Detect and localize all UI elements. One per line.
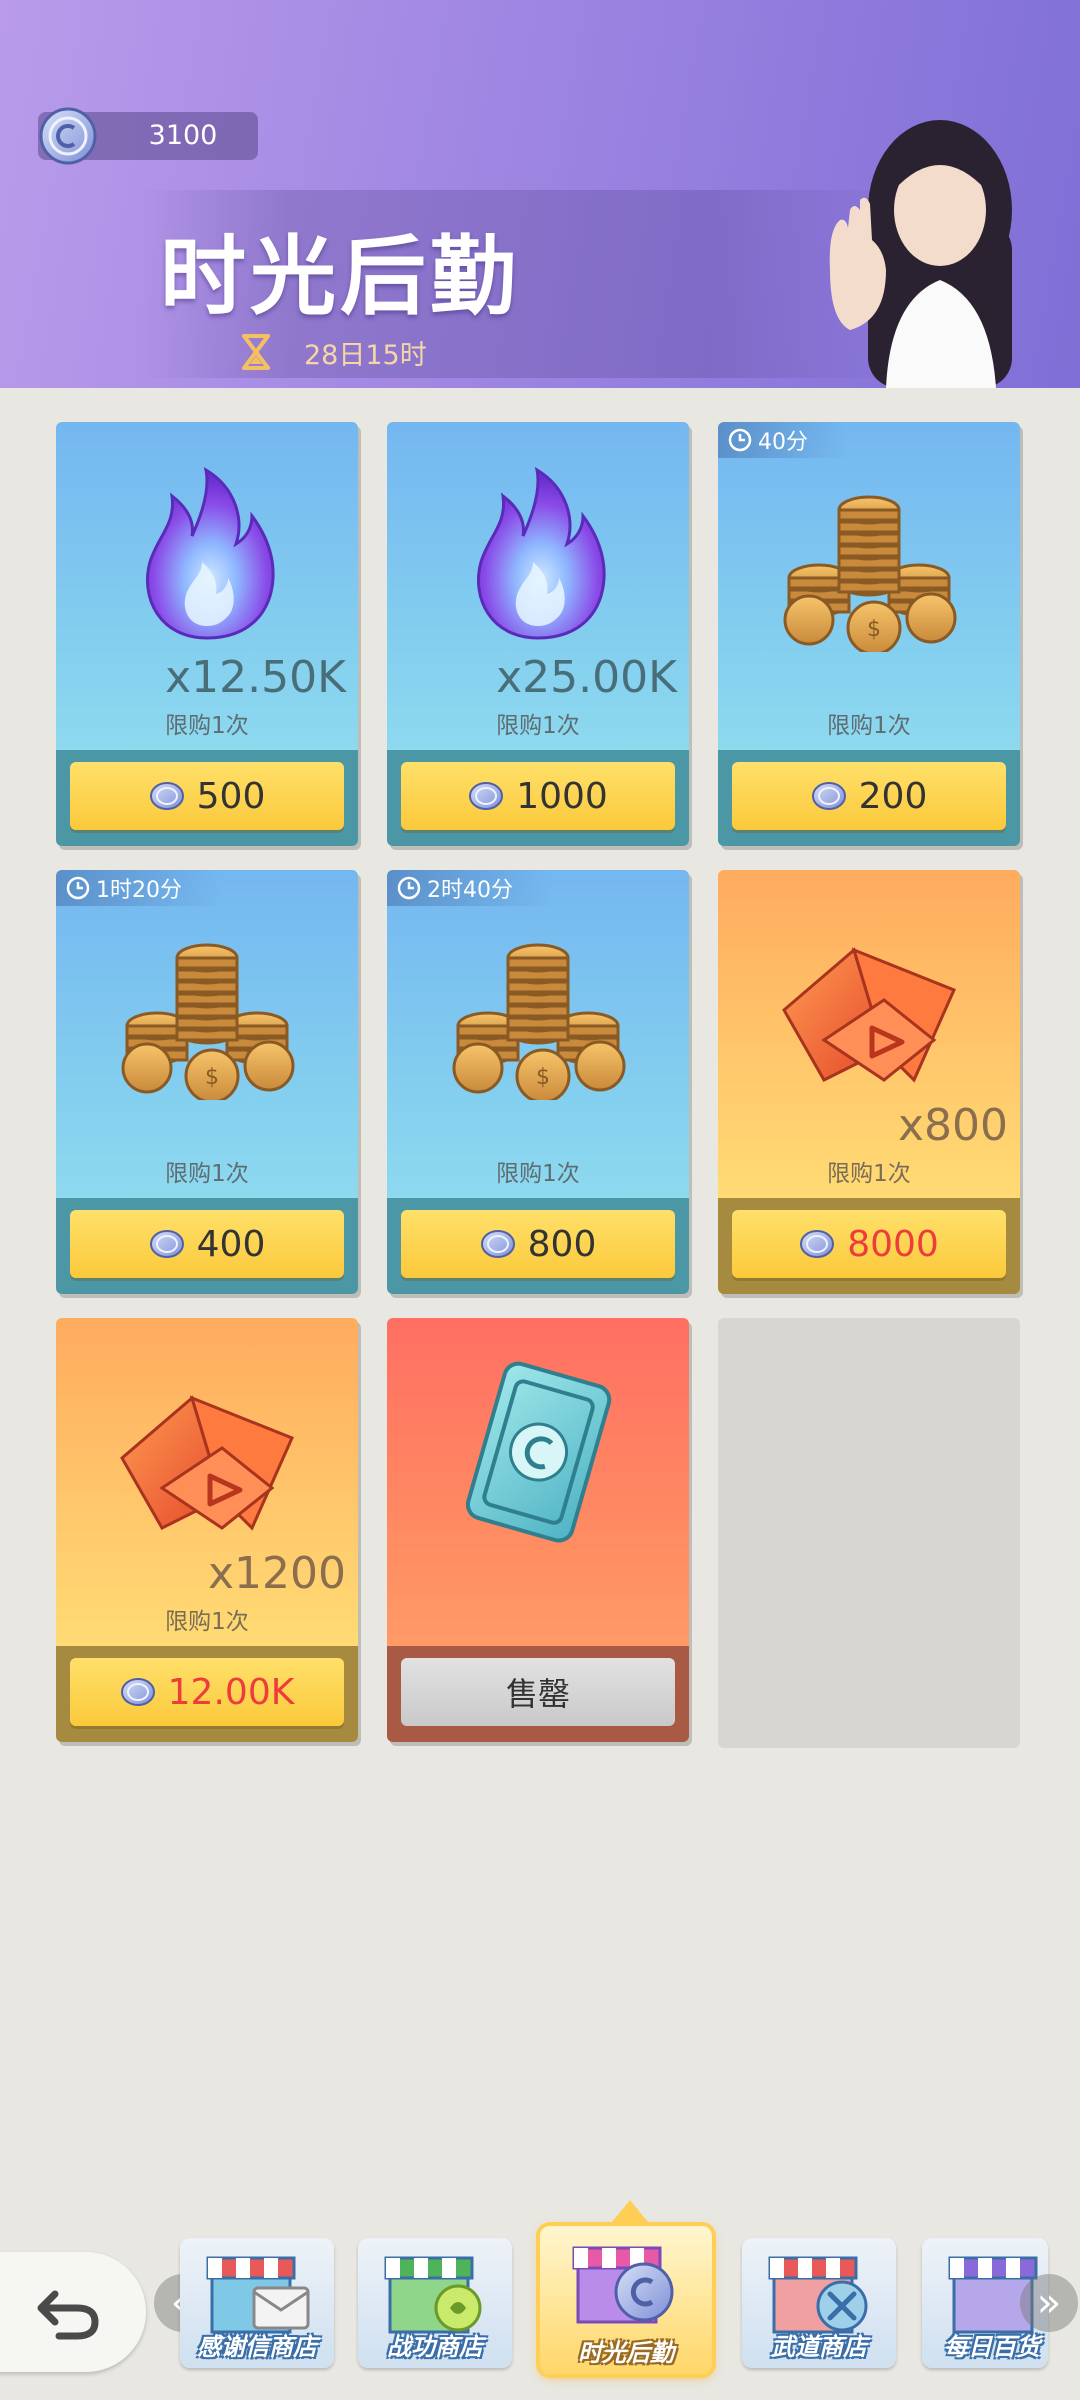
shop-item-card[interactable]: x12.50K 限购1次 500	[56, 422, 358, 846]
purchase-limit: 限购1次	[496, 713, 580, 739]
card-footer: 8000	[718, 1198, 1020, 1294]
currency-display: 3100	[38, 107, 258, 165]
tab-martial-shop[interactable]: 武道商店	[742, 2238, 896, 2368]
time-coin-icon	[811, 782, 846, 810]
price-label: 400	[196, 1223, 266, 1265]
tab-time-shop[interactable]: 时光后勤	[540, 2226, 712, 2374]
card-footer: 500	[56, 750, 358, 846]
tab-label: 感谢信商店	[197, 2333, 317, 2361]
buy-button[interactable]: 800	[401, 1210, 675, 1278]
time-coin-icon	[469, 782, 504, 810]
time-limit-text: 1时20分	[96, 878, 182, 903]
soldout-button: 售罄	[401, 1658, 675, 1726]
tab-merit-shop[interactable]: 战功商店	[358, 2238, 512, 2368]
shop-item-card[interactable]: 1时20分 $ 限购1次 400	[56, 870, 358, 1294]
purchase-limit: 限购1次	[165, 1161, 249, 1187]
item-quantity: x25.00K	[496, 652, 677, 703]
time-coin-icon	[149, 1230, 184, 1258]
letter-shop-icon	[206, 2256, 310, 2334]
buy-button[interactable]: 500	[70, 762, 344, 830]
gold-coins-icon: $	[783, 495, 957, 652]
tab-label: 武道商店	[771, 2333, 867, 2361]
time-limit-tag: 1时20分	[56, 870, 222, 906]
clock-icon	[728, 428, 752, 452]
buy-button[interactable]: 8000	[732, 1210, 1006, 1278]
shop-item-card-soldout[interactable]: 售罄	[387, 1318, 689, 1742]
card-footer: 12.00K	[56, 1646, 358, 1742]
time-limit-text: 40分	[758, 430, 808, 455]
orange-crystal-icon	[120, 1395, 295, 1531]
item-quantity: x1200	[207, 1548, 346, 1599]
purchase-limit: 限购1次	[496, 1161, 580, 1187]
time-limit-tag: 40分	[718, 422, 848, 458]
page-title: 时光后勤	[160, 227, 520, 327]
tab-label: 每日百货	[944, 2333, 1040, 2361]
event-timer: 28日15时	[236, 330, 427, 374]
blue-card-icon	[465, 1361, 612, 1543]
timer-text: 28日15时	[304, 339, 427, 371]
purchase-limit: 限购1次	[827, 1161, 911, 1187]
tab-label: 战功商店	[387, 2333, 483, 2361]
svg-text:$: $	[536, 1065, 550, 1090]
purchase-limit: 限购1次	[165, 713, 249, 739]
price-label: 8000	[847, 1223, 939, 1265]
buy-button[interactable]: 1000	[401, 762, 675, 830]
character-portrait	[829, 120, 1012, 388]
tab-label: 时光后勤	[578, 2339, 674, 2367]
card-footer: 800	[387, 1198, 689, 1294]
buy-button[interactable]: 400	[70, 1210, 344, 1278]
price-label: 1000	[516, 775, 608, 817]
currency-amount: 3100	[148, 120, 218, 151]
card-footer: 售罄	[387, 1646, 689, 1742]
price-label: 500	[196, 775, 266, 817]
price-label: 200	[858, 775, 928, 817]
shop-item-card[interactable]: x1200 限购1次 12.00K	[56, 1318, 358, 1742]
time-coin-icon	[149, 782, 184, 810]
gold-coins-icon: $	[121, 943, 295, 1100]
gold-coins-icon: $	[452, 943, 626, 1100]
nav-right-arrow-icon[interactable]: »	[1020, 2274, 1078, 2332]
purple-flame-icon	[476, 466, 606, 640]
time-coin-icon	[800, 1230, 835, 1258]
card-footer: 400	[56, 1198, 358, 1294]
active-tab-pointer	[612, 2200, 648, 2222]
header-banner: 3100 时光后勤 28日15时	[0, 0, 1080, 388]
clock-icon	[397, 876, 421, 900]
time-coin-icon	[120, 1678, 155, 1706]
martial-shop-icon	[768, 2256, 868, 2334]
merit-shop-icon	[384, 2256, 482, 2334]
price-label: 12.00K	[167, 1671, 295, 1713]
card-footer: 1000	[387, 750, 689, 846]
time-coin-icon	[480, 1230, 515, 1258]
clock-icon	[66, 876, 90, 900]
time-coin-icon	[39, 107, 97, 165]
buy-button[interactable]: 12.00K	[70, 1658, 344, 1726]
hourglass-icon	[242, 334, 270, 370]
svg-text:$: $	[205, 1065, 219, 1090]
buy-button[interactable]: 200	[732, 762, 1006, 830]
svg-text:$: $	[867, 617, 881, 642]
back-button[interactable]	[0, 2252, 146, 2372]
time-limit-tag: 2时40分	[387, 870, 553, 906]
orange-crystal-icon	[782, 947, 957, 1083]
shop-item-card[interactable]: x25.00K 限购1次 1000	[387, 422, 689, 846]
back-arrow-icon	[37, 2290, 99, 2340]
card-footer: 200	[718, 750, 1020, 846]
tab-letter-shop[interactable]: 感谢信商店	[180, 2238, 334, 2368]
purchase-limit: 限购1次	[827, 713, 911, 739]
purchase-limit: 限购1次	[165, 1609, 249, 1635]
time-shop-icon	[572, 2246, 674, 2324]
item-quantity: x12.50K	[165, 652, 346, 703]
shop-item-card[interactable]: x800 限购1次 8000	[718, 870, 1020, 1294]
time-limit-text: 2时40分	[427, 878, 513, 903]
shop-item-card[interactable]: 2时40分 $ 限购1次 800	[387, 870, 689, 1294]
price-label: 800	[527, 1223, 597, 1265]
shop-item-card[interactable]: 40分 $ 限购1次 200	[718, 422, 1020, 846]
item-quantity: x800	[897, 1100, 1008, 1151]
empty-slot	[718, 1318, 1020, 1748]
purple-flame-icon	[145, 466, 275, 640]
